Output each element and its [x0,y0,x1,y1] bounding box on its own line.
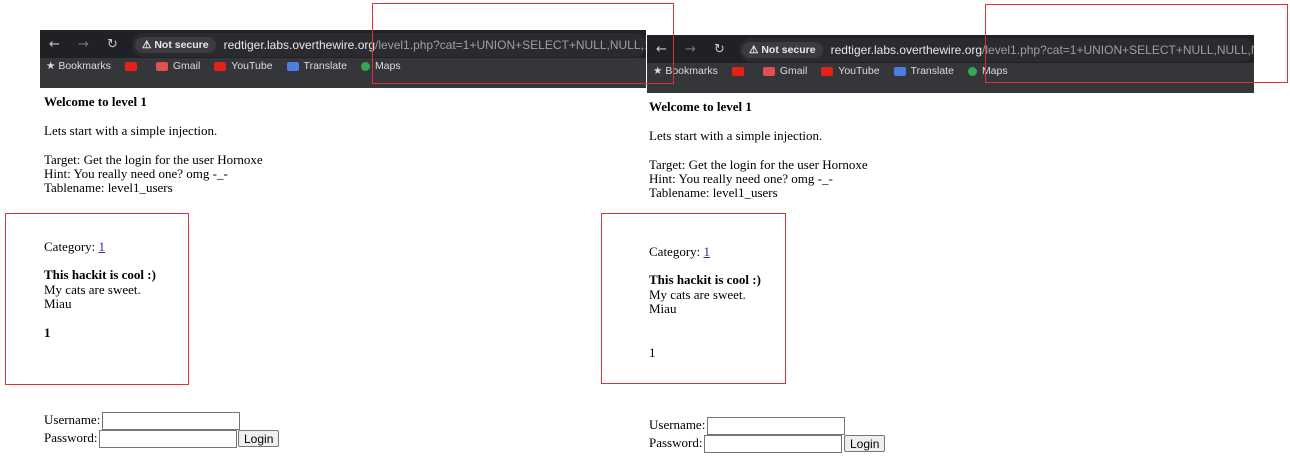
tablename-text: Tablename: level1_users [44,180,173,195]
youtube-bookmark[interactable]: YouTube [821,65,880,77]
username-label: Username: [44,412,101,427]
category-link[interactable]: 1 [99,239,106,254]
page-title: Welcome to level 1 [649,99,752,114]
address-bar[interactable]: ⚠ Not secure redtiger.labs.overthewire.o… [132,33,646,57]
username-input[interactable] [102,412,240,430]
maps-bookmark[interactable]: Maps [967,65,1008,77]
category-label: Category: [649,244,704,259]
gmail-bookmark[interactable]: Gmail [155,60,201,72]
browser-toolbar: ← → ↻ ⚠ Not secure redtiger.labs.overthe… [40,30,646,88]
password-input[interactable] [704,435,842,453]
maps-bookmark[interactable]: Maps [360,60,401,72]
youtube-icon [821,66,834,76]
gmail-label: Gmail [172,60,201,72]
maps-label: Maps [374,60,401,72]
bookmarks-item[interactable]: ★ Bookmarks [46,60,111,72]
post-line-1: My cats are sweet. [44,282,141,297]
username-label: Username: [649,417,706,432]
bookmarks-bar: ★ Bookmarks Gmail YouTube Translate Maps [653,65,1008,77]
bookmarks-label: Bookmarks [665,65,718,77]
hint-text: Hint: You really need one? omg -_- [649,171,833,186]
back-icon[interactable]: ← [40,37,69,52]
youtube-bookmark[interactable]: YouTube [214,60,273,72]
screenshot-left: ← → ↻ ⚠ Not secure redtiger.labs.overthe… [40,0,650,458]
youtube-label: YouTube [838,65,880,77]
url-path: /level1.php?cat=1+UNION+SELECT+NULL,NULL… [982,43,1254,57]
post-line-1: My cats are sweet. [649,287,746,302]
category-line: Category: 1 [44,240,105,254]
injection-result: 1 [44,325,51,340]
bookmarks-bar: ★ Bookmarks Gmail YouTube Translate Maps [46,60,401,72]
category-line: Category: 1 [649,245,710,259]
post-line-2: Miau [649,301,677,316]
post-title: This hackit is cool :) [44,267,156,282]
login-button[interactable]: Login [844,435,886,452]
intro-text: Lets start with a simple injection. [44,123,218,138]
injection-result: 1 [649,345,656,360]
password-input[interactable] [99,430,237,448]
browser-toolbar: ← → ↻ ⚠ Not secure redtiger.labs.overthe… [647,35,1254,93]
post-line-2: Miau [44,296,72,311]
password-label: Password: [44,430,98,445]
not-secure-badge[interactable]: ⚠ Not secure [742,42,823,58]
forward-icon[interactable]: → [676,42,705,57]
translate-icon [286,61,299,71]
target-text: Target: Get the login for the user Horno… [44,152,263,167]
not-secure-label: Not secure [761,44,816,56]
maps-label: Maps [981,65,1008,77]
category-label: Category: [44,239,99,254]
page-title: Welcome to level 1 [44,94,147,109]
bookmarks-item[interactable]: ★ Bookmarks [653,65,718,77]
tablename-text: Tablename: level1_users [649,185,778,200]
url-host: redtiger.labs.overthewire.org [223,38,376,52]
forward-icon[interactable]: → [69,37,98,52]
bookmarks-label: Bookmarks [58,60,111,72]
target-text: Target: Get the login for the user Horno… [649,157,868,172]
url-path: /level1.php?cat=1+UNION+SELECT+NULL,NULL… [375,38,646,52]
gmail-bookmark[interactable]: Gmail [762,65,808,77]
gmail-icon [155,61,168,71]
post-title: This hackit is cool :) [649,272,761,287]
maps-icon [360,61,370,71]
address-bar[interactable]: ⚠ Not secure redtiger.labs.overthewire.o… [739,38,1254,62]
gmail-icon [762,66,775,76]
screenshot-right: ← → ↻ ⚠ Not secure redtiger.labs.overthe… [647,0,1287,458]
reload-icon[interactable]: ↻ [98,37,127,52]
hint-text: Hint: You really need one? omg -_- [44,166,228,181]
youtube-bookmark-icon[interactable] [731,65,749,77]
category-link[interactable]: 1 [704,244,711,259]
youtube-label: YouTube [231,60,273,72]
not-secure-badge[interactable]: ⚠ Not secure [135,37,216,53]
intro-text: Lets start with a simple injection. [649,128,823,143]
login-button[interactable]: Login [238,430,280,447]
maps-icon [967,66,977,76]
translate-bookmark[interactable]: Translate [893,65,954,77]
reload-icon[interactable]: ↻ [705,42,734,57]
username-input[interactable] [707,417,845,435]
password-label: Password: [649,435,703,450]
translate-label: Translate [910,65,954,77]
url-host: redtiger.labs.overthewire.org [830,43,983,57]
not-secure-label: Not secure [154,39,209,51]
translate-icon [893,66,906,76]
back-icon[interactable]: ← [647,42,676,57]
translate-label: Translate [303,60,347,72]
youtube-bookmark-icon[interactable] [124,60,142,72]
translate-bookmark[interactable]: Translate [286,60,347,72]
gmail-label: Gmail [779,65,808,77]
youtube-icon [214,61,227,71]
